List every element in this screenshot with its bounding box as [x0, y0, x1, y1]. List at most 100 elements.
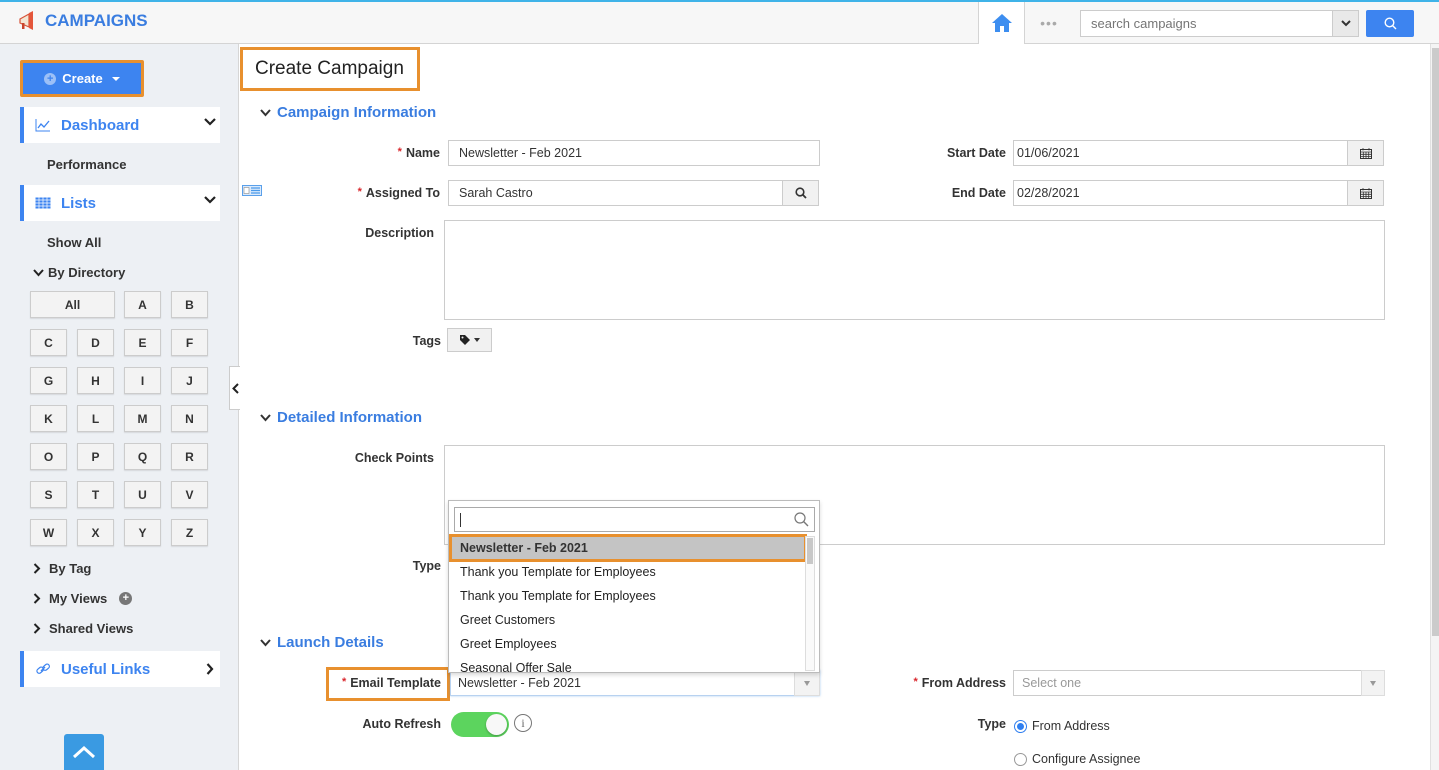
search-icon [794, 512, 809, 527]
app-brand[interactable]: CAMPAIGNS [17, 10, 148, 32]
page-title: Create Campaign [255, 58, 404, 79]
required-marker: * [357, 186, 362, 198]
radio-configure-assignee[interactable] [1014, 753, 1027, 766]
letter-filter-d[interactable]: D [77, 329, 114, 356]
dropdown-search-input[interactable] [454, 507, 815, 532]
letter-filter-f[interactable]: F [171, 329, 208, 356]
letter-filter-b[interactable]: B [171, 291, 208, 318]
caret-down-icon [111, 76, 120, 81]
section-launch-details[interactable]: Launch Details [260, 634, 384, 651]
scroll-to-top-button[interactable] [64, 734, 104, 770]
link-icon [36, 663, 50, 674]
letter-filter-w[interactable]: W [30, 519, 67, 546]
from-address-label: * From Address [913, 676, 1006, 690]
dropdown-scrollbar-thumb[interactable] [807, 538, 813, 564]
radio-configure-assignee-label[interactable]: Configure Assignee [1032, 752, 1140, 766]
letter-filter-g[interactable]: G [30, 367, 67, 394]
calendar-icon [1359, 187, 1372, 199]
dropdown-option[interactable]: Greet Customers [451, 608, 805, 632]
sidebar-item-by-directory[interactable]: By Directory [33, 265, 125, 280]
sidebar-item-my-views[interactable]: My Views + [33, 591, 133, 606]
tags-dropdown-button[interactable] [447, 328, 492, 352]
assigned-to-input[interactable]: Sarah Castro [448, 180, 819, 206]
from-address-dropdown-toggle[interactable] [1361, 670, 1385, 696]
letter-filter-m[interactable]: M [124, 405, 161, 432]
page-title-highlight: Create Campaign [240, 47, 420, 91]
letter-filter-q[interactable]: Q [124, 443, 161, 470]
sidebar-section-useful-links[interactable]: Useful Links [20, 651, 220, 687]
letter-filter-y[interactable]: Y [124, 519, 161, 546]
page-scrollbar-thumb[interactable] [1432, 48, 1439, 636]
section-detailed-information[interactable]: Detailed Information [260, 409, 422, 426]
email-template-dropdown-toggle[interactable] [794, 670, 820, 696]
start-date-value: 01/06/2021 [1017, 146, 1080, 160]
chevron-right-icon [33, 593, 41, 604]
add-view-icon[interactable]: + [119, 592, 133, 605]
dropdown-option[interactable]: Thank you Template for Employees [451, 560, 805, 584]
dropdown-option[interactable]: Thank you Template for Employees [451, 584, 805, 608]
letter-filter-z[interactable]: Z [171, 519, 208, 546]
auto-refresh-toggle[interactable] [451, 712, 509, 737]
more-options-button[interactable]: ••• [1036, 14, 1062, 32]
dropdown-option[interactable]: Greet Employees [451, 632, 805, 656]
letter-filter-s[interactable]: S [30, 481, 67, 508]
main-content: Create Campaign Campaign Information * Na… [240, 44, 1430, 770]
create-button[interactable]: + Create [20, 60, 144, 97]
dropdown-scrollbar[interactable] [805, 536, 815, 671]
letter-filter-h[interactable]: H [77, 367, 114, 394]
description-textarea[interactable] [444, 220, 1385, 320]
letter-filter-i[interactable]: I [124, 367, 161, 394]
letter-filter-l[interactable]: L [77, 405, 114, 432]
text-cursor [460, 513, 461, 527]
search-scope-dropdown[interactable] [1332, 11, 1358, 36]
dropdown-option[interactable]: Seasonal Offer Sale [451, 656, 805, 672]
search-icon [1383, 17, 1396, 30]
letter-filter-e[interactable]: E [124, 329, 161, 356]
megaphone-icon [19, 11, 33, 30]
letter-filter-x[interactable]: X [77, 519, 114, 546]
radio-from-address-label[interactable]: From Address [1032, 719, 1110, 733]
assigned-to-label: * Assigned To [242, 185, 440, 200]
auto-refresh-label: Auto Refresh [362, 717, 441, 731]
sidebar-section-lists[interactable]: Lists [20, 185, 220, 221]
name-input[interactable]: Newsletter - Feb 2021 [448, 140, 820, 166]
my-views-label: My Views [49, 591, 108, 606]
section-campaign-information[interactable]: Campaign Information [260, 104, 436, 121]
app-title: CAMPAIGNS [45, 11, 148, 30]
from-address-placeholder: Select one [1022, 676, 1082, 690]
end-date-input[interactable]: 02/28/2021 [1013, 180, 1384, 206]
letter-filter-n[interactable]: N [171, 405, 208, 432]
sidebar-item-shared-views[interactable]: Shared Views [33, 621, 133, 636]
dropdown-option[interactable]: Newsletter - Feb 2021 [449, 534, 807, 562]
assigned-to-lookup-button[interactable] [782, 180, 819, 206]
sidebar-section-dashboard[interactable]: Dashboard [20, 107, 220, 143]
search-button[interactable] [1366, 10, 1414, 37]
letter-filter-t[interactable]: T [77, 481, 114, 508]
letter-filter-all[interactable]: All [30, 291, 115, 318]
chevron-down-icon [204, 118, 216, 126]
email-template-select[interactable]: Newsletter - Feb 2021 [450, 670, 820, 696]
start-date-input[interactable]: 01/06/2021 [1013, 140, 1384, 166]
letter-filter-k[interactable]: K [30, 405, 67, 432]
letter-filter-r[interactable]: R [171, 443, 208, 470]
letter-filter-o[interactable]: O [30, 443, 67, 470]
letter-filter-c[interactable]: C [30, 329, 67, 356]
chevron-right-icon [206, 663, 214, 675]
info-icon[interactable]: i [514, 714, 532, 732]
letter-filter-p[interactable]: P [77, 443, 114, 470]
page-scrollbar[interactable] [1430, 44, 1439, 770]
letter-filter-u[interactable]: U [124, 481, 161, 508]
sidebar-item-show-all[interactable]: Show All [47, 235, 101, 250]
sidebar-item-by-tag[interactable]: By Tag [33, 561, 91, 576]
from-address-select[interactable]: Select one [1013, 670, 1385, 696]
start-date-picker-button[interactable] [1347, 140, 1384, 166]
letter-filter-j[interactable]: J [171, 367, 208, 394]
end-date-picker-button[interactable] [1347, 180, 1384, 206]
start-date-label: Start Date [946, 146, 1006, 160]
letter-filter-v[interactable]: V [171, 481, 208, 508]
sidebar-item-performance[interactable]: Performance [47, 157, 126, 172]
letter-filter-a[interactable]: A [124, 291, 161, 318]
search-input[interactable] [1081, 11, 1333, 36]
home-button[interactable] [978, 2, 1025, 44]
radio-from-address[interactable] [1014, 720, 1027, 733]
